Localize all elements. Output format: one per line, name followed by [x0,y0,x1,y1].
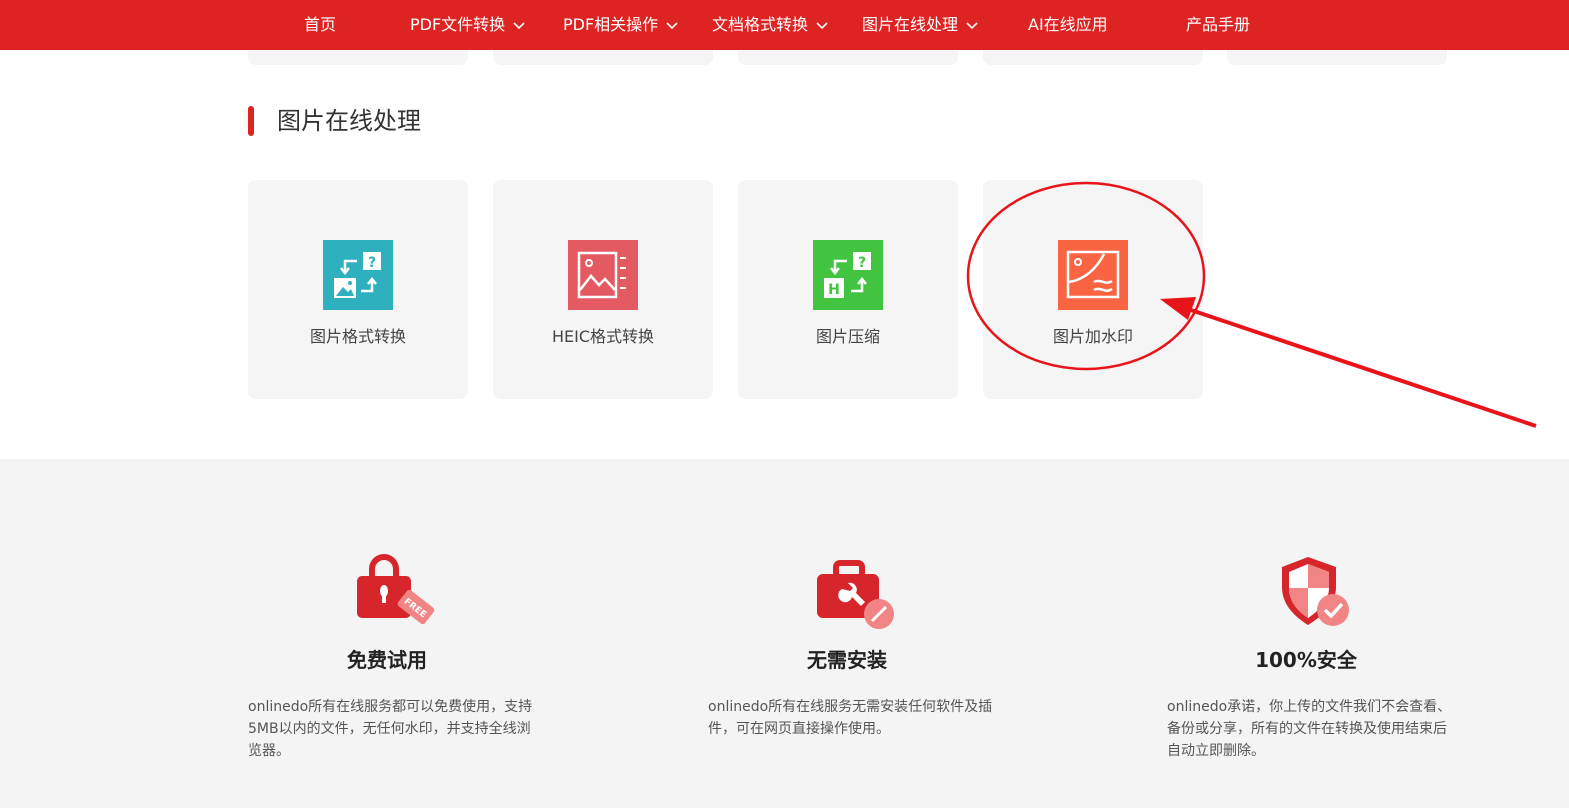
chevron-down-icon [513,21,525,30]
feature-title: 100%安全 [1255,648,1357,672]
image-compress-icon: ? H [813,240,883,310]
toolbox-icon [806,547,894,631]
lock-free-icon: FREE [346,547,435,631]
chevron-down-icon [666,21,678,30]
tool-card-image-watermark[interactable]: 图片加水印 [983,180,1203,399]
nav-item-label: 文档格式转换 [712,15,809,34]
heic-convert-icon [568,240,638,310]
tool-label: 图片加水印 [1052,327,1133,346]
nav-item-pdf-convert[interactable]: PDF文件转换 [410,0,525,50]
feature-title: 无需安装 [807,648,887,672]
tool-label: 图片格式转换 [309,327,406,346]
tool-label: 图片压缩 [815,327,880,346]
nav-item-label: 产品手册 [1186,15,1251,34]
nav-item-ai-apps[interactable]: AI在线应用 [1028,0,1108,50]
feature-description: onlinedo承诺，你上传的文件我们不会查看、备份或分享，所有的文件在转换及使… [1167,699,1452,759]
chevron-down-icon [966,21,978,30]
nav-item-manual[interactable]: 产品手册 [1186,0,1250,50]
nav-item-label: 图片在线处理 [862,15,959,34]
page: 首页 PDF文件转换 PDF相关操作 文档格式转换 图片在线处理 AI在线应用 … [0,0,1569,808]
nav-item-label: PDF相关操作 [563,15,659,34]
top-nav: 首页 PDF文件转换 PDF相关操作 文档格式转换 图片在线处理 AI在线应用 … [0,0,1569,50]
tool-label: HEIC格式转换 [551,327,655,346]
nav-item-image-tools[interactable]: 图片在线处理 [862,0,978,50]
tool-card-image-format-convert[interactable]: ? 图片格式转换 [248,180,468,399]
nav-item-home[interactable]: 首页 [304,0,336,50]
svg-text:H: H [828,282,840,298]
feature-title: 免费试用 [347,648,427,672]
tool-card-heic-convert[interactable]: HEIC格式转换 [493,180,713,399]
nav-item-doc-convert[interactable]: 文档格式转换 [712,0,828,50]
feature-description: onlinedo所有在线服务都可以免费使用，支持5MB以内的文件，无任何水印，并… [248,699,533,759]
svg-text:?: ? [858,255,866,271]
image-watermark-icon [1058,240,1128,310]
nav-item-label: PDF文件转换 [410,15,506,34]
annotation-arrow-line [1175,303,1537,428]
image-format-convert-icon: ? [323,240,393,310]
nav-item-pdf-ops[interactable]: PDF相关操作 [563,0,678,50]
nav-item-label: 首页 [304,15,337,34]
chevron-down-icon [816,21,828,30]
shield-check-icon [1270,547,1354,631]
tool-card-image-compress[interactable]: ? H 图片压缩 [738,180,958,399]
section-title-marker [248,106,254,136]
svg-text:?: ? [368,255,376,271]
section-title: 图片在线处理 [277,107,421,135]
feature-description: onlinedo所有在线服务无需安装任何软件及插件，可在网页直接操作使用。 [708,699,993,737]
nav-item-label: AI在线应用 [1028,15,1108,34]
features-section: FREE 免费试用 onlinedo所有在线服务都可以免费使用，支持5MB以内的… [0,459,1569,808]
